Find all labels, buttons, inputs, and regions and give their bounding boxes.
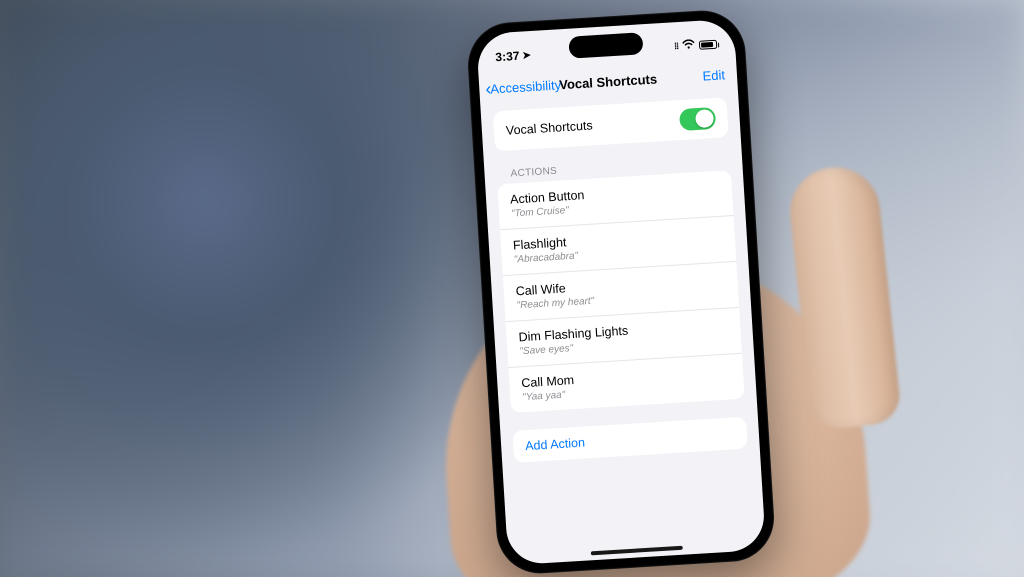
status-time: 3:37 <box>495 49 520 64</box>
add-action-group: Add Action <box>512 417 748 463</box>
add-action-label: Add Action <box>525 435 586 453</box>
iphone-frame: 3:37 ➤ ⁞⁞ ‹ Accessibility Vocal Shortcut… <box>465 8 776 576</box>
edit-button[interactable]: Edit <box>702 67 725 83</box>
action-phrase: "Yaa yaa" <box>522 389 575 403</box>
toggle-group: Vocal Shortcuts <box>493 97 729 151</box>
screen: 3:37 ➤ ⁞⁞ ‹ Accessibility Vocal Shortcut… <box>476 19 766 566</box>
toggle-label: Vocal Shortcuts <box>506 118 594 137</box>
add-action-button[interactable]: Add Action <box>512 417 748 463</box>
page-title: Vocal Shortcuts <box>559 71 658 92</box>
toggle-switch[interactable] <box>679 107 716 131</box>
action-phrase: "Tom Cruise" <box>511 204 586 220</box>
back-button[interactable]: ‹ Accessibility <box>485 75 562 98</box>
actions-group: Action Button"Tom Cruise"Flashlight"Abra… <box>497 170 745 413</box>
battery-icon <box>699 39 718 49</box>
action-title: Call Mom <box>521 373 575 390</box>
vocal-shortcuts-toggle-row[interactable]: Vocal Shortcuts <box>493 97 729 151</box>
content-scroll[interactable]: Vocal Shortcuts Actions Action Button"To… <box>480 90 766 565</box>
action-phrase: "Abracadabra" <box>514 251 579 266</box>
action-phrase: "Reach my heart" <box>516 296 594 312</box>
back-label: Accessibility <box>490 77 562 96</box>
dual-sim-icon: ⁞⁞ <box>674 41 679 51</box>
dynamic-island <box>568 32 643 58</box>
action-title: Flashlight <box>513 235 578 253</box>
location-icon: ➤ <box>522 50 531 61</box>
wifi-icon <box>682 39 696 53</box>
